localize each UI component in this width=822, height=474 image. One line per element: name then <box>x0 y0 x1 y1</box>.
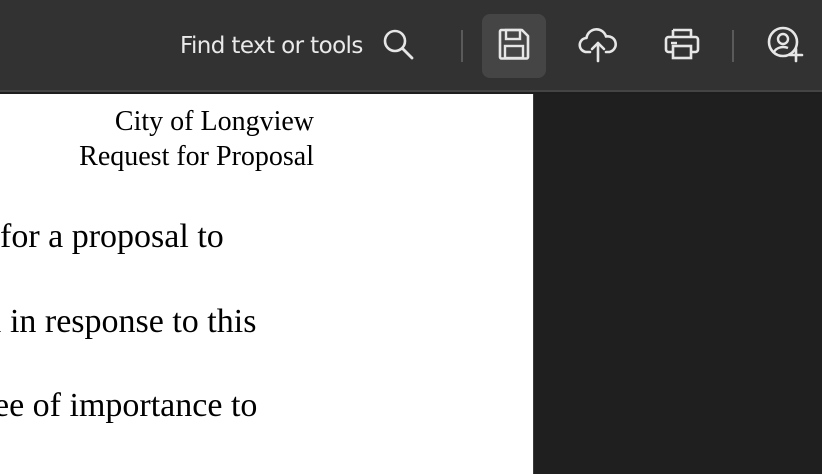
share-add-user-button[interactable] <box>754 14 818 78</box>
upload-to-cloud-button[interactable] <box>566 14 630 78</box>
toolbar-divider <box>732 30 734 62</box>
top-toolbar: Find text or tools <box>0 0 822 92</box>
document-body-line: for a proposal to <box>0 218 224 255</box>
save-button[interactable] <box>482 14 546 78</box>
document-header-line: City of Longview <box>114 106 314 137</box>
document-header-line: Request for Proposal <box>79 141 314 172</box>
print-button[interactable] <box>650 14 714 78</box>
print-icon <box>663 26 701 66</box>
search-label: Find text or tools <box>180 33 363 59</box>
cloud-upload-icon <box>578 25 618 67</box>
search-icon <box>381 27 415 65</box>
document-page[interactable]: City of Longview Request for Proposal fo… <box>0 94 533 474</box>
document-body-line: l in response to this <box>0 303 257 340</box>
document-body-line: ee of importance to <box>0 387 258 424</box>
save-icon <box>496 26 532 66</box>
side-panel <box>533 94 822 474</box>
add-user-icon <box>766 25 806 67</box>
toolbar-divider <box>461 30 463 62</box>
find-text-or-tools-search[interactable]: Find text or tools <box>172 22 423 70</box>
